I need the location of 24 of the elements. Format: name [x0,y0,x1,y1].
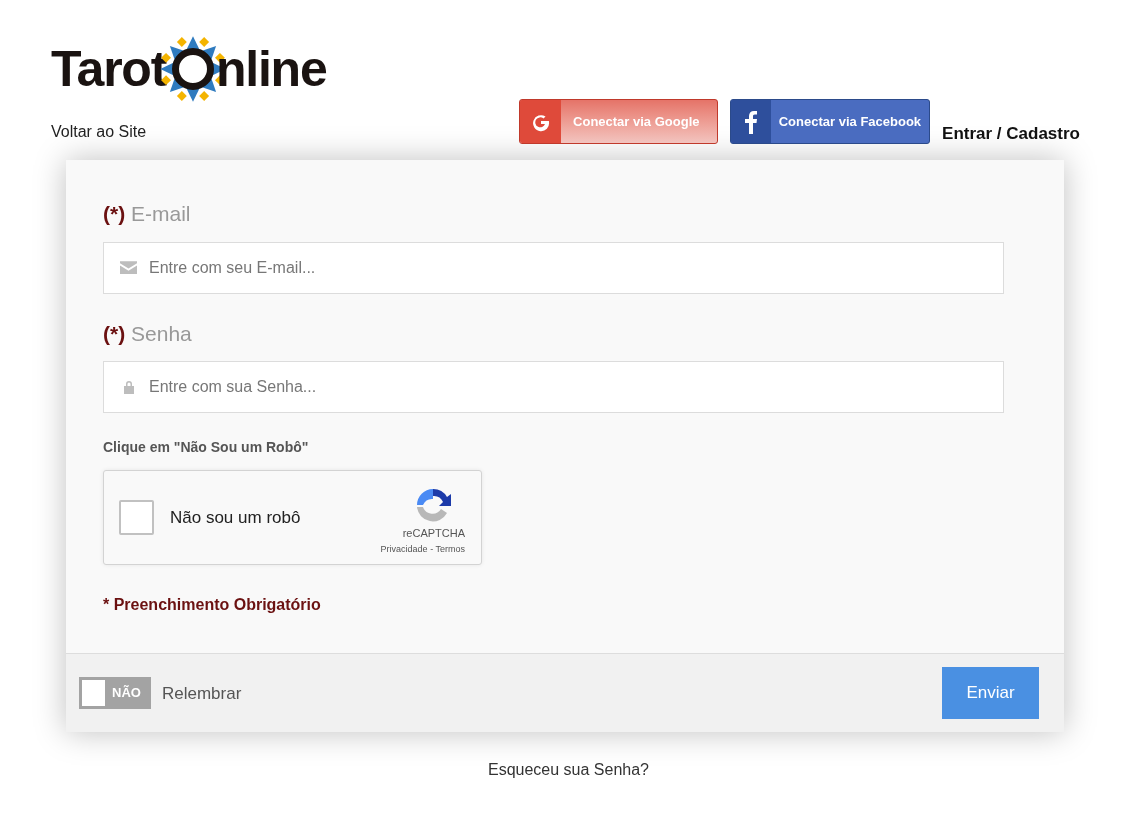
email-field[interactable]: Entre com seu E-mail... [103,241,1004,294]
logo-text: nline [216,44,327,94]
privacy-link[interactable]: Privacidade [380,544,428,554]
field-label: E-mail [131,202,191,225]
field-label: Senha [131,321,192,345]
password-field[interactable]: Entre com sua Senha... [103,361,1004,413]
back-link[interactable]: Voltar ao Site [51,120,327,144]
required-mark: (*) [103,321,126,345]
captcha-checkbox[interactable] [119,500,154,535]
captcha-prompt: Clique em "Não Sou um Robô" [103,438,310,457]
facebook-button[interactable]: Conectar via Facebook [730,99,931,144]
required-mark: (*) [103,202,126,225]
envelope-icon [120,260,137,274]
recaptcha-brand: reCAPTCHA [402,525,465,541]
facebook-icon [744,109,757,134]
logo-text: Tarot [51,44,167,94]
lock-icon [122,380,135,394]
login-link[interactable]: Entrar / Cadastro [942,120,1080,146]
captcha-label: Não sou um robô [170,506,302,529]
required-note: * Preenchimento Obrigatório [103,595,322,615]
forgot-password-link[interactable]: Esqueceu sua Senha? [488,758,649,782]
remember-label: Relembrar [162,683,243,706]
terms-link[interactable]: Termos [435,544,465,554]
separator: - [430,544,434,554]
